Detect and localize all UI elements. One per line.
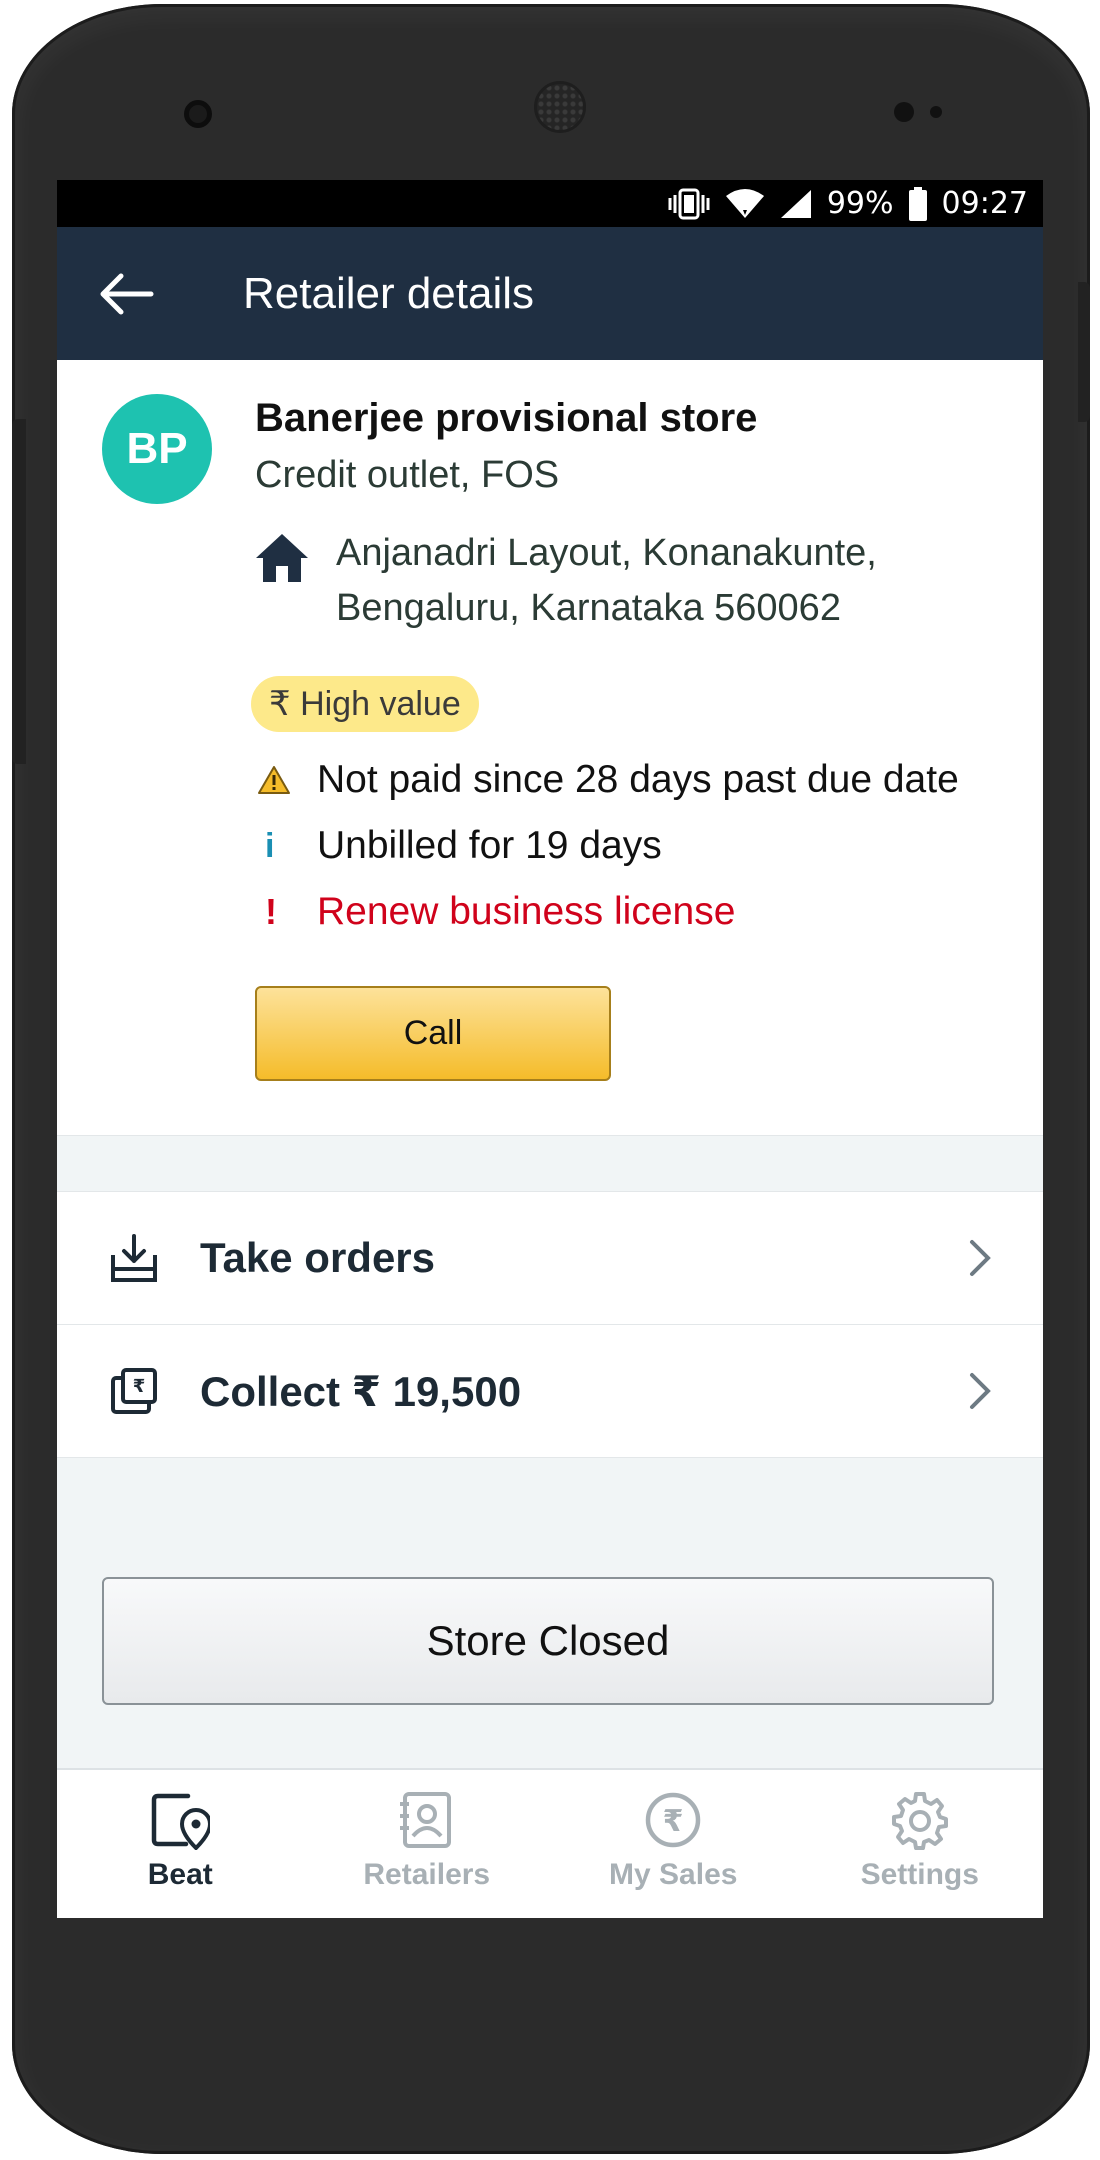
home-icon xyxy=(254,530,310,590)
alert-overdue: Not paid since 28 days past due date xyxy=(257,758,959,802)
proximity-sensor xyxy=(894,102,914,122)
bottom-nav: Beat Retailers ₹ My Sales Settings xyxy=(57,1768,1043,1918)
collect-label: Collect ₹ 19,500 xyxy=(200,1367,522,1415)
beat-location-icon xyxy=(152,1793,211,1850)
action-list: Take orders ₹ Collect ₹ 19,500 xyxy=(57,1191,1043,1458)
wifi-icon xyxy=(725,188,765,220)
arrow-left-icon xyxy=(100,273,154,314)
store-type: Credit outlet, FOS xyxy=(255,454,560,496)
power-button xyxy=(1078,282,1090,422)
back-button[interactable] xyxy=(57,227,197,360)
store-closed-button[interactable]: Store Closed xyxy=(102,1577,994,1705)
nav-retailers[interactable]: Retailers xyxy=(304,1770,551,1918)
high-value-badge: ₹ High value xyxy=(251,676,479,732)
chevron-right-icon xyxy=(970,1240,991,1276)
alert-text: Unbilled for 19 days xyxy=(317,824,662,867)
nav-beat[interactable]: Beat xyxy=(57,1770,304,1918)
warning-icon xyxy=(257,765,317,795)
clock: 09:27 xyxy=(941,186,1028,221)
svg-text:₹: ₹ xyxy=(132,1376,145,1397)
download-tray-icon xyxy=(57,1233,200,1283)
alert-text: Renew business license xyxy=(317,890,736,933)
nav-beat-label: Beat xyxy=(147,1858,213,1891)
nav-settings[interactable]: Settings xyxy=(797,1770,1044,1918)
exclamation-icon: ! xyxy=(265,891,277,932)
info-icon: i xyxy=(265,826,275,865)
light-sensor xyxy=(930,106,942,118)
chevron-right-icon xyxy=(970,1373,991,1409)
battery-icon xyxy=(908,186,928,221)
avatar: BP xyxy=(102,394,212,504)
retailers-contact-icon xyxy=(399,1792,451,1848)
call-button[interactable]: Call xyxy=(255,986,611,1081)
store-name: Banerjee provisional store xyxy=(255,396,758,440)
volume-button xyxy=(12,419,26,764)
screen: 99% 09:27 Retailer details BP Banerjee p… xyxy=(57,180,1043,1918)
take-orders-label: Take orders xyxy=(200,1234,435,1281)
take-orders-row[interactable]: Take orders xyxy=(57,1192,1043,1325)
vibrate-icon xyxy=(667,188,711,220)
nav-my-sales-label: My Sales xyxy=(609,1858,738,1891)
collect-row[interactable]: ₹ Collect ₹ 19,500 xyxy=(57,1325,1043,1458)
signal-icon xyxy=(779,188,813,220)
svg-text:₹: ₹ xyxy=(663,1804,684,1839)
alert-unbilled: i Unbilled for 19 days xyxy=(257,824,662,868)
address-line-1: Anjanadri Layout, Konanakunte, xyxy=(336,532,877,574)
rupee-document-icon: ₹ xyxy=(57,1366,200,1416)
front-camera xyxy=(184,100,212,128)
status-bar: 99% 09:27 xyxy=(57,180,1043,227)
app-bar: Retailer details xyxy=(57,227,1043,360)
earpiece-speaker xyxy=(534,81,586,133)
nav-my-sales[interactable]: ₹ My Sales xyxy=(550,1770,797,1918)
alert-license[interactable]: ! Renew business license xyxy=(257,890,735,934)
gear-icon xyxy=(891,1792,948,1850)
store-address: Anjanadri Layout, Konanakunte, Bengaluru… xyxy=(336,526,877,636)
battery-percent: 99% xyxy=(826,186,894,221)
rupee-circle-icon: ₹ xyxy=(646,1792,701,1848)
nav-settings-label: Settings xyxy=(860,1858,979,1891)
retailer-card: BP Banerjee provisional store Credit out… xyxy=(57,360,1043,1136)
alert-text: Not paid since 28 days past due date xyxy=(317,758,959,801)
nav-retailers-label: Retailers xyxy=(363,1858,491,1891)
address-line-2: Bengaluru, Karnataka 560062 xyxy=(336,587,841,629)
page-title: Retailer details xyxy=(243,268,535,318)
